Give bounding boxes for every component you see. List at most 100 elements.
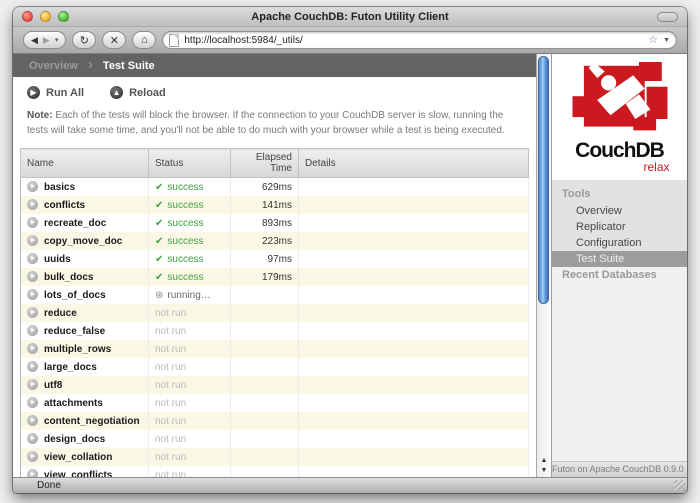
tools-list: Overview Replicator Configuration Test Suit… <box>552 203 687 268</box>
test-status: success <box>167 199 204 211</box>
table-header-row: Name Status Elapsed Time Details <box>20 148 529 178</box>
test-elapsed-time <box>230 394 299 412</box>
scroll-down-icon[interactable]: ▼ <box>537 466 551 476</box>
run-test-icon[interactable] <box>27 451 38 462</box>
tests-table: Name Status Elapsed Time Details basics s… <box>20 148 529 477</box>
tools-section: Tools Overview Replicator Configuration Tes… <box>552 180 687 268</box>
run-test-icon[interactable] <box>27 343 38 354</box>
run-all-button[interactable]: ▶ Run All <box>27 86 84 99</box>
note-text: Note: Each of the tests will block the b… <box>27 110 505 136</box>
test-details <box>298 304 529 322</box>
sidebar-item-overview[interactable]: Overview <box>552 203 687 219</box>
test-status: not run <box>155 469 187 478</box>
test-status: not run <box>155 361 187 373</box>
run-test-icon[interactable] <box>27 379 38 390</box>
window-titlebar: Apache CouchDB: Futon Utility Client <box>13 7 687 27</box>
test-elapsed-time: 179ms <box>230 268 299 286</box>
test-row: recreate_doc success 893ms <box>20 214 529 232</box>
reload-tests-button[interactable]: ▲ Reload <box>110 86 166 99</box>
test-elapsed-time <box>230 304 299 322</box>
run-test-icon[interactable] <box>27 217 38 228</box>
run-test-icon[interactable] <box>27 289 38 300</box>
test-details <box>298 358 529 376</box>
test-details <box>298 430 529 448</box>
run-test-icon[interactable] <box>27 271 38 282</box>
stop-button[interactable]: ✕ <box>102 31 127 49</box>
breadcrumb-overview-link[interactable]: Overview <box>29 60 78 72</box>
home-icon: ⌂ <box>141 34 148 46</box>
test-details <box>298 177 529 196</box>
test-row: copy_move_doc success 223ms <box>20 232 529 250</box>
test-status: success <box>167 217 204 229</box>
test-name: utf8 <box>44 380 63 391</box>
note-label: Note: <box>27 110 53 121</box>
address-dropdown-icon[interactable]: ▼ <box>663 37 670 44</box>
run-test-icon[interactable] <box>27 325 38 336</box>
sidebar-item-configuration[interactable]: Configuration <box>552 235 687 251</box>
run-test-icon[interactable] <box>27 361 38 372</box>
status-icon <box>155 182 163 193</box>
test-name: multiple_rows <box>44 344 112 355</box>
test-elapsed-time: 223ms <box>230 232 299 250</box>
scrollbar-arrows: ▲ ▼ <box>537 456 551 476</box>
status-icon <box>155 236 163 247</box>
history-caret-icon[interactable]: ▾ <box>55 36 59 44</box>
browser-window: Apache CouchDB: Futon Utility Client ◀ ▶… <box>13 7 687 493</box>
test-name: bulk_docs <box>44 272 94 283</box>
status-icon <box>155 200 163 211</box>
vertical-scrollbar[interactable]: ▲ ▼ <box>536 54 551 477</box>
couchdb-logo-link[interactable]: CouchDB relax <box>552 54 687 181</box>
stop-icon: ✕ <box>109 34 119 47</box>
run-test-icon[interactable] <box>27 433 38 444</box>
back-icon[interactable]: ◀ <box>31 35 38 46</box>
test-row: bulk_docs success 179ms <box>20 268 529 286</box>
test-row: reduce not run <box>20 304 529 322</box>
test-elapsed-time <box>230 376 299 394</box>
test-row: basics success 629ms <box>20 177 529 196</box>
test-details <box>298 268 529 286</box>
test-name: uuids <box>44 254 71 265</box>
test-elapsed-time <box>230 448 299 466</box>
column-header-details: Details <box>298 148 529 178</box>
toolbar-toggle-widget[interactable] <box>657 12 678 22</box>
run-test-icon[interactable] <box>27 415 38 426</box>
test-details <box>298 250 529 268</box>
column-header-elapsed: Elapsed Time <box>230 148 299 178</box>
run-test-icon[interactable] <box>27 199 38 210</box>
run-test-icon[interactable] <box>27 181 38 192</box>
browser-statusbar: Done <box>13 477 687 493</box>
scroll-up-icon[interactable]: ▲ <box>537 456 551 466</box>
run-test-icon[interactable] <box>27 307 38 318</box>
test-details <box>298 322 529 340</box>
forward-icon[interactable]: ▶ <box>43 35 50 46</box>
reload-page-button[interactable]: ↻ <box>72 31 97 49</box>
test-elapsed-time: 97ms <box>230 250 299 268</box>
test-name: recreate_doc <box>44 218 107 229</box>
test-status: not run <box>155 415 187 427</box>
test-elapsed-time: 629ms <box>230 177 299 196</box>
run-test-icon[interactable] <box>27 397 38 408</box>
run-test-icon[interactable] <box>27 469 38 477</box>
home-button[interactable]: ⌂ <box>132 31 157 49</box>
run-test-icon[interactable] <box>27 253 38 264</box>
scrollbar-thumb[interactable] <box>538 56 549 304</box>
column-header-status: Status <box>148 148 231 178</box>
test-details <box>298 214 529 232</box>
run-test-icon[interactable] <box>27 235 38 246</box>
test-row: view_collation not run <box>20 448 529 466</box>
test-row: uuids success 97ms <box>20 250 529 268</box>
url-text[interactable]: http://localhost:5984/_utils/ <box>184 35 643 46</box>
back-forward-buttons[interactable]: ◀ ▶ ▾ <box>23 31 67 49</box>
status-text: Done <box>37 480 61 491</box>
resize-grip[interactable] <box>674 480 685 491</box>
logo-title: CouchDB <box>575 139 665 162</box>
address-bar[interactable]: http://localhost:5984/_utils/ ☆ ▼ <box>162 31 677 49</box>
test-elapsed-time: 141ms <box>230 196 299 214</box>
tests-table-body: basicssuccess629msconflictssuccess141msr… <box>20 177 529 478</box>
test-row: attachments not run <box>20 394 529 412</box>
page-icon <box>169 33 180 47</box>
sidebar-item-replicator[interactable]: Replicator <box>552 219 687 235</box>
bookmark-star-icon[interactable]: ☆ <box>648 34 658 46</box>
test-name: reduce_false <box>44 326 106 337</box>
sidebar-item-test-suite[interactable]: Test Suite <box>552 251 687 268</box>
